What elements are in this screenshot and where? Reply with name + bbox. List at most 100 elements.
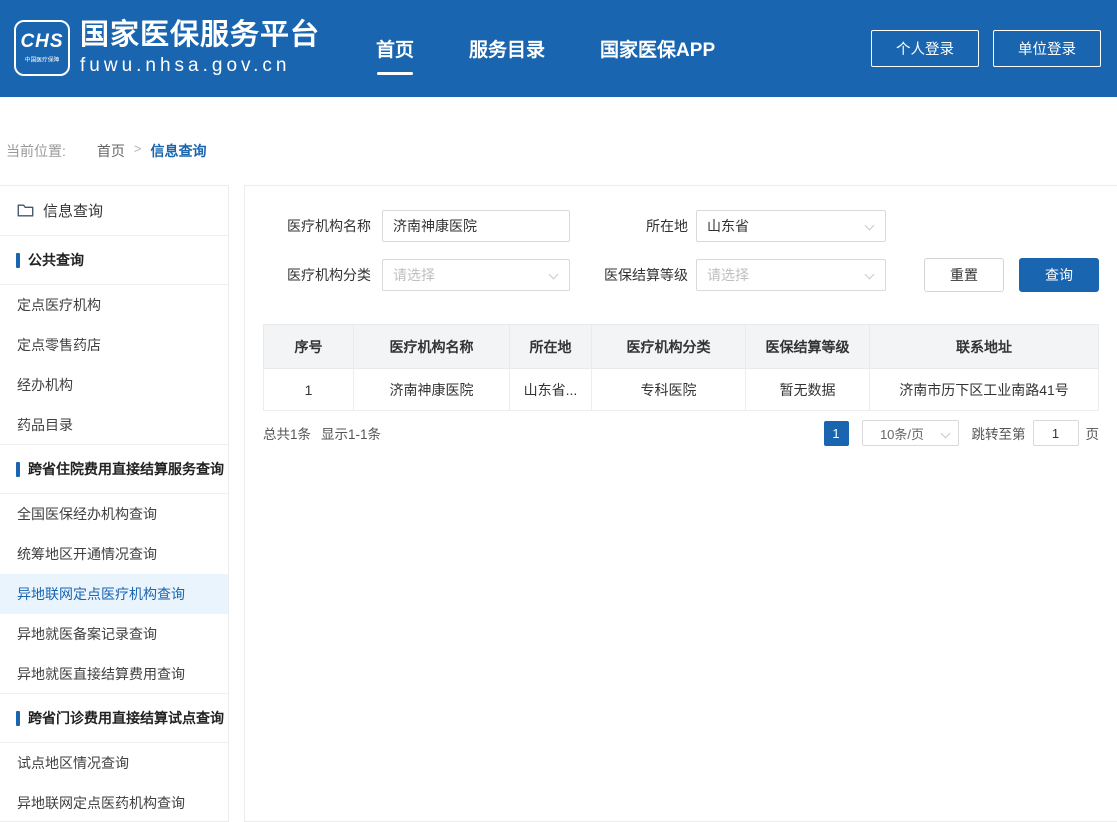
sidebar-item-remote-filing-record-query[interactable]: 异地就医备案记录查询 bbox=[0, 614, 228, 654]
sidebar-title[interactable]: 信息查询 bbox=[0, 186, 228, 236]
sidebar-item-label: 异地就医备案记录查询 bbox=[17, 624, 157, 644]
institution-category-select[interactable]: 请选择 bbox=[382, 259, 570, 291]
sidebar-item-label: 异地联网定点医药机构查询 bbox=[17, 793, 185, 813]
main-panel: 医疗机构名称 所在地 山东省 医疗机构分类 请选择 医保结算等级 请选择 重置 … bbox=[244, 185, 1117, 822]
cell-location: 山东省... bbox=[510, 369, 592, 411]
page-size-select[interactable]: 10条/页 bbox=[862, 420, 959, 446]
nav-medical-app[interactable]: 国家医保APP bbox=[600, 35, 715, 62]
sidebar-item-designated-retail-pharmacies[interactable]: 定点零售药店 bbox=[0, 325, 228, 365]
sidebar-item-label: 药品目录 bbox=[17, 415, 73, 435]
chevron-down-icon bbox=[865, 221, 875, 231]
sidebar-item-region-opening-query[interactable]: 统筹地区开通情况查询 bbox=[0, 534, 228, 574]
personal-login-button[interactable]: 个人登录 bbox=[871, 30, 979, 67]
sidebar-item-label: 异地联网定点医疗机构查询 bbox=[17, 584, 185, 604]
sidebar-item-label: 经办机构 bbox=[17, 375, 73, 395]
pagination-summary: 总共1条 显示1-1条 bbox=[263, 423, 381, 443]
sidebar-item-label: 定点医疗机构 bbox=[17, 295, 101, 315]
sidebar-item-label: 试点地区情况查询 bbox=[17, 753, 129, 773]
sidebar-item-designated-medical-institutions[interactable]: 定点医疗机构 bbox=[0, 285, 228, 325]
jump-suffix-label: 页 bbox=[1086, 423, 1100, 443]
chevron-down-icon bbox=[549, 270, 559, 280]
sidebar-item-label: 全国医保经办机构查询 bbox=[17, 504, 157, 524]
total-count-text: 总共1条 bbox=[263, 423, 311, 443]
sidebar-item-label: 异地就医直接结算费用查询 bbox=[17, 664, 185, 684]
brand-logo[interactable]: CHS 中国医疗保障 国家医保服务平台 fuwu.nhsa.gov.cn bbox=[14, 20, 320, 77]
folder-icon bbox=[17, 203, 34, 218]
sidebar-item-pilot-region-query[interactable]: 试点地区情况查询 bbox=[0, 743, 228, 783]
cell-contact-address: 济南市历下区工业南路41号 bbox=[870, 369, 1099, 411]
level-select-placeholder: 请选择 bbox=[707, 265, 749, 285]
institution-name-input[interactable] bbox=[382, 210, 570, 242]
site-title: 国家医保服务平台 bbox=[80, 20, 320, 52]
settlement-level-select[interactable]: 请选择 bbox=[696, 259, 886, 291]
cell-category: 专科医院 bbox=[592, 369, 746, 411]
col-location: 所在地 bbox=[510, 325, 592, 369]
breadcrumb: 当前位置: 首页 > 信息查询 bbox=[0, 97, 1117, 185]
breadcrumb-prefix: 当前位置: bbox=[6, 141, 66, 161]
brand-text: 国家医保服务平台 fuwu.nhsa.gov.cn bbox=[80, 20, 320, 77]
breadcrumb-current[interactable]: 信息查询 bbox=[150, 141, 206, 161]
sidebar-section-cross-province-inpatient: 跨省住院费用直接结算服务查询 bbox=[0, 444, 228, 494]
page-size-value: 10条/页 bbox=[880, 424, 924, 443]
breadcrumb-separator: > bbox=[134, 141, 142, 156]
chevron-down-icon bbox=[940, 429, 950, 439]
cell-settlement-level: 暂无数据 bbox=[746, 369, 870, 411]
sidebar-item-remote-networked-pharmacy-query[interactable]: 异地联网定点医药机构查询 bbox=[0, 783, 228, 822]
search-form-row-1: 医疗机构名称 所在地 山东省 bbox=[263, 210, 1099, 242]
sidebar-item-handling-agencies[interactable]: 经办机构 bbox=[0, 365, 228, 405]
search-form-row-2: 医疗机构分类 请选择 医保结算等级 请选择 重置 查询 bbox=[263, 258, 1099, 292]
section-heading-label: 跨省住院费用直接结算服务查询 bbox=[28, 459, 224, 479]
top-header: CHS 中国医疗保障 国家医保服务平台 fuwu.nhsa.gov.cn 首页 … bbox=[0, 0, 1117, 97]
location-select[interactable]: 山东省 bbox=[696, 210, 886, 242]
table-body: 1 济南神康医院 山东省... 专科医院 暂无数据 济南市历下区工业南路41号 bbox=[264, 369, 1099, 411]
jump-prefix-label: 跳转至第 bbox=[972, 423, 1026, 443]
results-table: 序号 医疗机构名称 所在地 医疗机构分类 医保结算等级 联系地址 1 济南神康医… bbox=[263, 324, 1099, 411]
location-select-value: 山东省 bbox=[707, 216, 749, 236]
breadcrumb-home-link[interactable]: 首页 bbox=[97, 141, 125, 161]
org-login-button[interactable]: 单位登录 bbox=[993, 30, 1101, 67]
logo-text: CHS bbox=[20, 31, 63, 53]
sidebar-section-public-query: 公共查询 bbox=[0, 235, 228, 285]
sidebar-section-cross-province-outpatient: 跨省门诊费用直接结算试点查询 bbox=[0, 693, 228, 743]
col-seq: 序号 bbox=[264, 325, 354, 369]
institution-category-label: 医疗机构分类 bbox=[287, 265, 382, 285]
page-jump: 跳转至第 页 bbox=[972, 420, 1100, 446]
section-heading-label: 跨省门诊费用直接结算试点查询 bbox=[28, 708, 224, 728]
range-text: 显示1-1条 bbox=[321, 423, 381, 443]
pagination-bar: 总共1条 显示1-1条 1 10条/页 跳转至第 页 bbox=[263, 420, 1099, 446]
site-domain: fuwu.nhsa.gov.cn bbox=[80, 55, 320, 77]
col-settlement-level: 医保结算等级 bbox=[746, 325, 870, 369]
col-category: 医疗机构分类 bbox=[592, 325, 746, 369]
nhsa-logo-icon: CHS 中国医疗保障 bbox=[14, 20, 70, 76]
login-area: 个人登录 单位登录 bbox=[871, 30, 1101, 67]
col-institution-name: 医疗机构名称 bbox=[354, 325, 510, 369]
main-nav: 首页 服务目录 国家医保APP bbox=[376, 35, 715, 62]
table-row: 1 济南神康医院 山东省... 专科医院 暂无数据 济南市历下区工业南路41号 bbox=[264, 369, 1099, 411]
sidebar: 信息查询 公共查询 定点医疗机构 定点零售药店 经办机构 药品目录 跨省住院费用… bbox=[0, 185, 229, 822]
nav-home[interactable]: 首页 bbox=[376, 35, 414, 62]
page-1-button[interactable]: 1 bbox=[824, 421, 849, 446]
cell-institution-name: 济南神康医院 bbox=[354, 369, 510, 411]
reset-button[interactable]: 重置 bbox=[924, 258, 1004, 292]
category-select-placeholder: 请选择 bbox=[393, 265, 435, 285]
content-area: 信息查询 公共查询 定点医疗机构 定点零售药店 经办机构 药品目录 跨省住院费用… bbox=[0, 185, 1117, 822]
sidebar-item-remote-settlement-fee-query[interactable]: 异地就医直接结算费用查询 bbox=[0, 654, 228, 694]
sidebar-item-label: 定点零售药店 bbox=[17, 335, 101, 355]
jump-page-input[interactable] bbox=[1033, 420, 1079, 446]
sidebar-title-label: 信息查询 bbox=[43, 200, 103, 221]
institution-name-label: 医疗机构名称 bbox=[287, 216, 382, 236]
location-label: 所在地 bbox=[570, 216, 696, 236]
cell-seq: 1 bbox=[264, 369, 354, 411]
col-contact-address: 联系地址 bbox=[870, 325, 1099, 369]
sidebar-item-remote-networked-medical-institution-query[interactable]: 异地联网定点医疗机构查询 bbox=[0, 574, 228, 614]
nav-service-catalog[interactable]: 服务目录 bbox=[469, 35, 545, 62]
sidebar-item-national-agency-query[interactable]: 全国医保经办机构查询 bbox=[0, 494, 228, 534]
settlement-level-label: 医保结算等级 bbox=[570, 265, 696, 285]
form-buttons: 重置 查询 bbox=[924, 258, 1099, 292]
pagination-controls: 1 10条/页 跳转至第 页 bbox=[824, 420, 1100, 446]
query-button[interactable]: 查询 bbox=[1019, 258, 1099, 292]
table-header: 序号 医疗机构名称 所在地 医疗机构分类 医保结算等级 联系地址 bbox=[264, 325, 1099, 369]
section-heading-label: 公共查询 bbox=[28, 250, 84, 270]
sidebar-item-label: 统筹地区开通情况查询 bbox=[17, 544, 157, 564]
sidebar-item-drug-catalog[interactable]: 药品目录 bbox=[0, 405, 228, 445]
